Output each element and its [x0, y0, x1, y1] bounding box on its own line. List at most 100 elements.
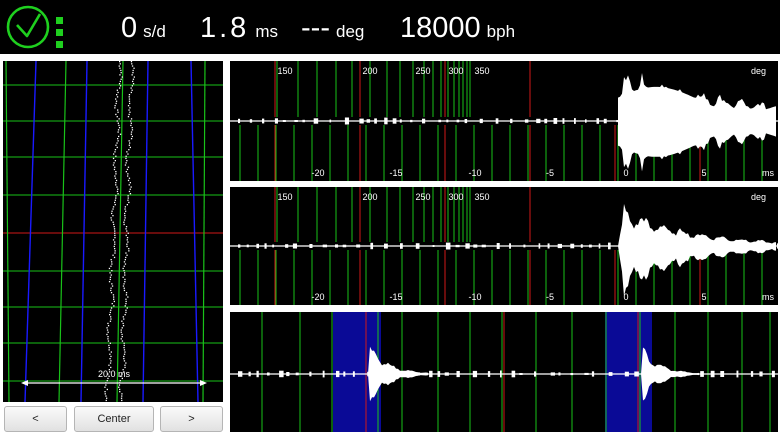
paper-dot — [126, 230, 128, 232]
paper-dot — [119, 67, 121, 69]
paper-dot — [107, 340, 110, 342]
paper-dot — [104, 386, 106, 388]
paper-dot — [127, 116, 130, 118]
noise-blip — [352, 371, 355, 377]
paper-dot — [109, 358, 111, 360]
paper-dot — [130, 87, 132, 89]
waveform-panel-toc: 150 200 250 300 350 deg -20 -15 -10 -5 0 5 ms — [230, 187, 778, 305]
next-button[interactable]: > — [160, 406, 223, 432]
previous-button[interactable]: < — [4, 406, 67, 432]
degree-tick-label: 200 — [362, 192, 377, 202]
paper-dot — [110, 274, 112, 276]
noise-blip — [608, 242, 611, 250]
paper-dot — [131, 127, 133, 129]
noise-blip — [509, 243, 511, 249]
paper-dot — [121, 76, 123, 78]
paper-dot — [127, 179, 130, 182]
noise-blip — [544, 118, 548, 124]
paper-dot — [111, 285, 114, 287]
paper-dot — [125, 300, 127, 303]
paper-dot — [126, 243, 128, 245]
center-button[interactable]: Center — [74, 406, 154, 432]
noise-blip — [429, 370, 433, 378]
degree-tick-label: 350 — [474, 66, 489, 76]
paper-dot — [130, 120, 132, 122]
paper-dot — [130, 124, 132, 127]
noise-blip — [472, 370, 478, 378]
paper-dot — [123, 349, 126, 351]
noise-blip — [285, 244, 289, 248]
degree-tick-label: 150 — [277, 192, 292, 202]
amplitude-value: --- — [301, 12, 330, 44]
paper-dot — [108, 344, 110, 347]
noise-blip — [598, 243, 601, 249]
paper-dot — [107, 325, 110, 327]
paper-dot — [124, 212, 126, 215]
paper-dot — [124, 364, 126, 366]
paper-dot — [124, 305, 126, 307]
paper-dot — [130, 61, 133, 63]
paper-dot — [124, 259, 126, 261]
paper-dot — [113, 298, 115, 300]
paper-dot — [130, 138, 133, 140]
noise-blip — [437, 371, 441, 377]
paper-dot — [114, 199, 116, 201]
paper-dot — [121, 320, 123, 322]
paper-dot — [123, 283, 125, 285]
paper-dot — [105, 395, 107, 397]
noise-blip — [464, 119, 468, 124]
paper-dot — [131, 74, 133, 76]
rate-readout: 0 s/d — [121, 9, 166, 52]
paper-dot — [129, 146, 131, 149]
time-tick-label: -20 — [311, 168, 324, 178]
paper-dot — [112, 239, 115, 241]
paper-dot — [116, 186, 118, 188]
paper-dot — [107, 322, 109, 325]
paper-dot — [119, 388, 121, 391]
paper-strip-canvas[interactable]: 20.0 ms — [3, 61, 223, 402]
degree-unit-label: deg — [751, 66, 766, 76]
paper-dot — [114, 151, 116, 153]
paper-dot — [122, 267, 124, 270]
noise-blip — [374, 118, 377, 124]
paper-dot — [112, 215, 114, 217]
paper-dot — [110, 351, 112, 353]
noise-blip — [238, 371, 243, 377]
noise-blip — [344, 117, 350, 125]
paper-dot — [124, 217, 126, 219]
noise-blip — [438, 119, 442, 123]
noise-blip — [487, 371, 491, 377]
paper-dot — [116, 142, 118, 144]
paper-dot — [130, 122, 132, 124]
noise-blip — [249, 119, 253, 123]
noise-blip — [776, 243, 778, 249]
paper-dot — [114, 177, 117, 179]
paper-dot — [120, 72, 122, 74]
paper-dot — [121, 340, 124, 342]
paper-dot — [125, 252, 127, 254]
paper-dot — [128, 94, 131, 96]
paper-dot — [115, 98, 117, 100]
paper-dot — [125, 226, 128, 228]
paper-dot — [125, 210, 127, 212]
paper-dot — [104, 393, 106, 395]
paper-dot — [116, 120, 118, 122]
scale-label: 20.0 ms — [98, 369, 131, 379]
paper-dot — [122, 325, 125, 327]
paper-dot — [124, 366, 126, 369]
degree-tick-label: 350 — [474, 192, 489, 202]
paper-dot — [106, 333, 108, 336]
paper-dot — [130, 186, 132, 188]
paper-strip[interactable]: 20.0 ms — [3, 61, 223, 402]
paper-dot — [124, 274, 126, 276]
time-tick-label: 0 — [623, 168, 628, 178]
paper-dot — [122, 285, 125, 287]
noise-blip — [710, 370, 715, 378]
paper-dot — [123, 287, 125, 289]
beat-rate-readout: 18000 bph — [400, 9, 515, 52]
paper-dot — [121, 327, 123, 329]
noise-blip — [359, 118, 364, 124]
time-unit-label: ms — [762, 292, 774, 302]
paper-dot — [129, 182, 131, 184]
paper-dot — [114, 230, 116, 232]
